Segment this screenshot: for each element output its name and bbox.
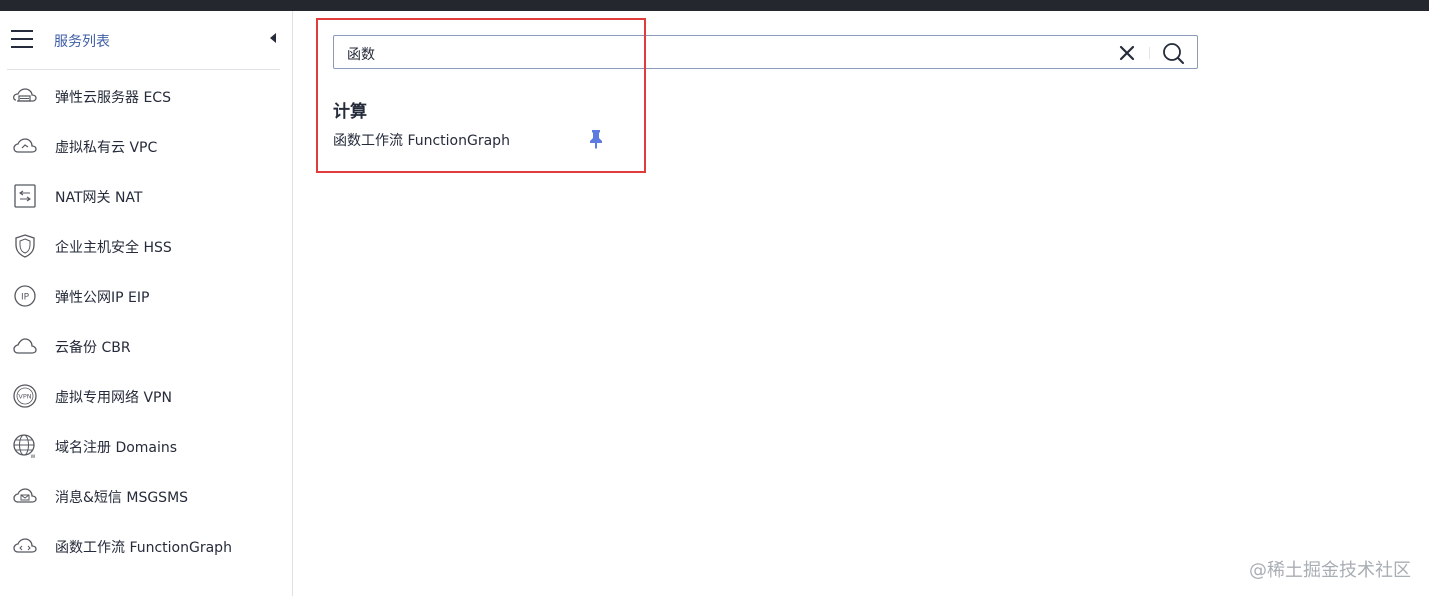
message-icon (13, 488, 37, 503)
sidebar-item-vpn[interactable]: VPN 虚拟专用网络 VPN (0, 371, 292, 421)
service-sidebar: 服务列表 弹性云服务器 ECS 虚拟私有云 VPC NAT网关 NAT 企业主机… (0, 11, 293, 596)
sidebar-item-ecs[interactable]: 弹性云服务器 ECS (0, 71, 292, 121)
sidebar-item-label: 函数工作流 FunctionGraph (55, 540, 232, 556)
sidebar-item-label: 弹性云服务器 ECS (55, 90, 171, 106)
globe-icon: w (13, 434, 36, 459)
search-icon[interactable] (1161, 41, 1185, 65)
sidebar-item-eip[interactable]: IP 弹性公网IP EIP (0, 271, 292, 321)
svg-text:VPN: VPN (18, 393, 31, 401)
sidebar-item-msgsms[interactable]: 消息&短信 MSGSMS (0, 471, 292, 521)
sidebar-item-functiongraph[interactable]: 函数工作流 FunctionGraph (0, 521, 292, 571)
cloud-backup-icon (13, 338, 37, 354)
sidebar-item-label: 虚拟专用网络 VPN (55, 390, 172, 406)
vpc-cloud-icon (13, 138, 37, 153)
ip-icon: IP (14, 285, 36, 307)
sidebar-header: 服务列表 (7, 11, 280, 70)
watermark: @稀土掘金技术社区 (1249, 560, 1411, 581)
svg-text:w: w (31, 453, 36, 459)
main-content: 函数 计算 函数工作流 FunctionGraph (293, 11, 1429, 596)
shield-icon (15, 234, 35, 258)
sidebar-item-label: 域名注册 Domains (55, 440, 178, 456)
sidebar-item-hss[interactable]: 企业主机安全 HSS (0, 221, 292, 271)
sidebar-item-domains[interactable]: w 域名注册 Domains (0, 421, 292, 471)
nat-gateway-icon (14, 184, 36, 208)
sidebar-title: 服务列表 (54, 34, 110, 50)
function-graph-icon (13, 538, 37, 553)
sidebar-item-label: 弹性公网IP EIP (55, 290, 150, 306)
vpn-icon: VPN (13, 384, 37, 408)
top-bar (0, 0, 1429, 11)
svg-text:IP: IP (21, 293, 30, 303)
sidebar-item-nat[interactable]: NAT网关 NAT (0, 171, 292, 221)
menu-icon[interactable] (11, 29, 33, 49)
sidebar-item-label: 虚拟私有云 VPC (55, 140, 158, 156)
cloud-server-icon (12, 88, 37, 102)
sidebar-item-label: NAT网关 NAT (55, 190, 143, 206)
close-icon[interactable] (1117, 43, 1137, 63)
search-result-item[interactable]: 函数工作流 FunctionGraph (333, 130, 510, 150)
sidebar-item-vpc[interactable]: 虚拟私有云 VPC (0, 121, 292, 171)
sidebar-item-cbr[interactable]: 云备份 CBR (0, 321, 292, 371)
search-divider (1149, 47, 1150, 59)
result-category-title: 计算 (333, 102, 367, 122)
collapse-arrow-icon[interactable] (270, 33, 276, 43)
sidebar-item-label: 企业主机安全 HSS (55, 240, 172, 256)
pin-icon[interactable] (588, 129, 604, 149)
sidebar-item-label: 消息&短信 MSGSMS (55, 490, 189, 506)
sidebar-item-label: 云备份 CBR (55, 340, 131, 356)
